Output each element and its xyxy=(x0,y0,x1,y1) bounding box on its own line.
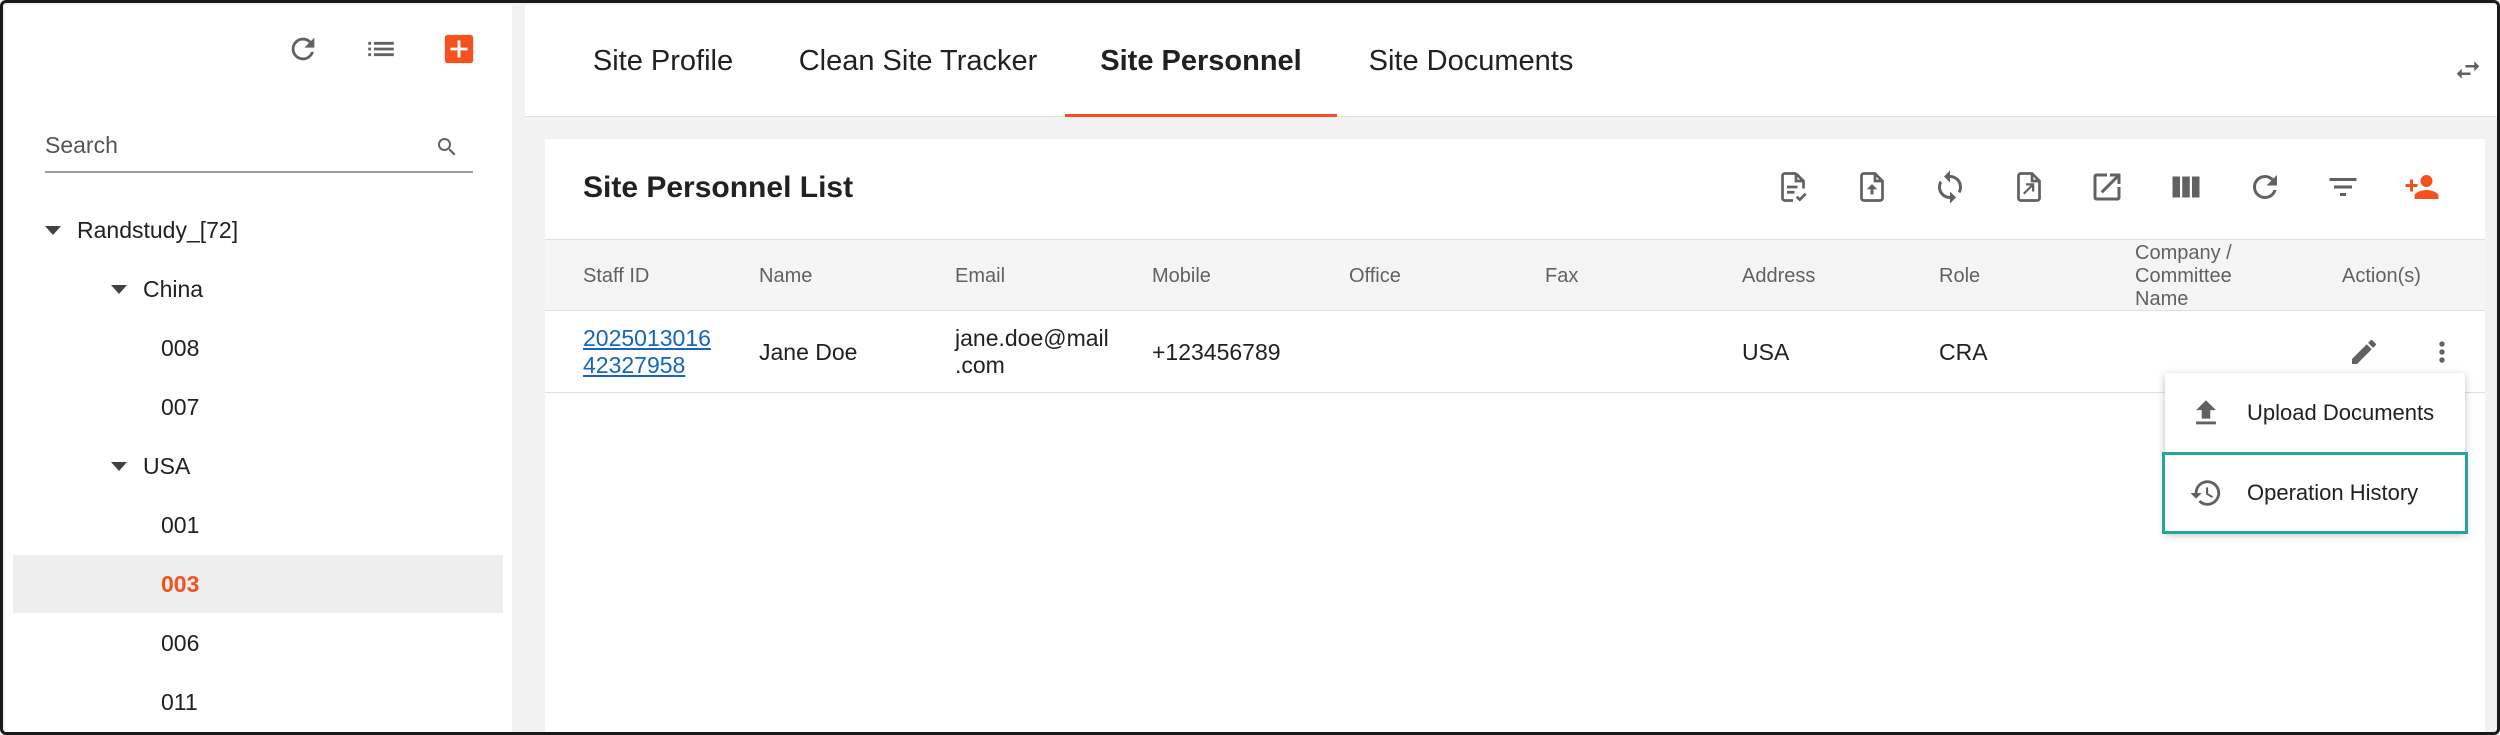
tab-site-documents[interactable]: Site Documents xyxy=(1351,5,1591,117)
more-vert-icon[interactable] xyxy=(2423,333,2461,371)
edit-icon[interactable] xyxy=(2345,333,2383,371)
staff-id-link[interactable]: 2025013016 42327958 xyxy=(583,325,711,379)
column-header[interactable]: Name xyxy=(759,240,812,312)
list-icon[interactable] xyxy=(363,31,399,67)
caret-down-icon[interactable] xyxy=(45,225,61,235)
search-input[interactable] xyxy=(45,123,425,167)
tab-bar: Site Profile Clean Site Tracker Site Per… xyxy=(525,5,2497,117)
sidebar: Randstudy_[72] China 008 007 USA 001 003… xyxy=(5,5,512,732)
tree-node-site[interactable]: 006 xyxy=(13,614,503,672)
search-icon[interactable] xyxy=(435,135,459,159)
search-field[interactable] xyxy=(45,123,473,173)
column-header[interactable]: Email xyxy=(955,240,1005,312)
file-export-icon[interactable] xyxy=(2007,165,2051,209)
refresh-icon[interactable] xyxy=(2243,165,2287,209)
caret-down-icon[interactable] xyxy=(111,461,127,471)
filter-icon[interactable] xyxy=(2321,165,2365,209)
column-header[interactable]: Address xyxy=(1742,240,1815,312)
sync-icon[interactable] xyxy=(1928,165,1972,209)
address-cell: USA xyxy=(1742,338,1790,365)
tree-node-study[interactable]: Randstudy_[72] xyxy=(13,201,503,259)
tree-node-site[interactable]: 007 xyxy=(13,378,503,436)
tree-node-site-selected[interactable]: 003 xyxy=(13,555,503,613)
tab-clean-site-tracker[interactable]: Clean Site Tracker xyxy=(783,5,1053,117)
tab-site-personnel[interactable]: Site Personnel xyxy=(1065,5,1337,117)
table-header: Staff ID Name Email Mobile Office Fax Ad… xyxy=(545,239,2485,311)
row-actions-menu: Upload Documents Operation History xyxy=(2162,373,2468,534)
tree-node-country-china[interactable]: China xyxy=(13,260,503,318)
email-cell: jane.doe@mail .com xyxy=(955,325,1109,378)
tree-node-site[interactable]: 008 xyxy=(13,319,503,377)
tree-node-site[interactable]: 011 xyxy=(13,673,503,731)
name-cell: Jane Doe xyxy=(759,338,858,365)
tree-node-site[interactable]: 001 xyxy=(13,496,503,554)
add-icon[interactable] xyxy=(441,31,477,67)
staff-id-cell: 2025013016 42327958 xyxy=(583,311,711,393)
caret-down-icon[interactable] xyxy=(111,284,127,294)
column-header[interactable]: Role xyxy=(1939,240,1980,312)
add-person-icon[interactable] xyxy=(2400,165,2444,209)
swap-icon[interactable] xyxy=(2453,55,2483,85)
column-header[interactable]: Staff ID xyxy=(583,240,649,312)
upload-icon xyxy=(2196,400,2216,425)
menu-item-operation-history[interactable]: Operation History xyxy=(2162,452,2468,534)
mobile-cell: +123456789 xyxy=(1152,338,1281,365)
refresh-icon[interactable] xyxy=(285,31,321,67)
tree-node-country-usa[interactable]: USA xyxy=(13,437,503,495)
columns-icon[interactable] xyxy=(2164,165,2208,209)
column-header[interactable]: Fax xyxy=(1545,240,1578,312)
document-check-icon[interactable] xyxy=(1771,165,1815,209)
role-cell: CRA xyxy=(1939,338,1988,365)
column-header[interactable]: Office xyxy=(1349,240,1401,312)
open-external-icon[interactable] xyxy=(2085,165,2129,209)
column-header: Action(s) xyxy=(2342,264,2421,287)
history-icon xyxy=(2190,480,2221,506)
file-upload-icon[interactable] xyxy=(1850,165,1894,209)
panel-title: Site Personnel List xyxy=(583,171,854,204)
column-header[interactable]: Mobile xyxy=(1152,240,1211,312)
menu-item-upload-documents[interactable]: Upload Documents xyxy=(2165,375,2465,451)
app-window: Randstudy_[72] China 008 007 USA 001 003… xyxy=(0,0,2500,735)
tab-site-profile[interactable]: Site Profile xyxy=(563,5,763,117)
column-header[interactable]: Company / Committee Name xyxy=(2135,240,2265,312)
